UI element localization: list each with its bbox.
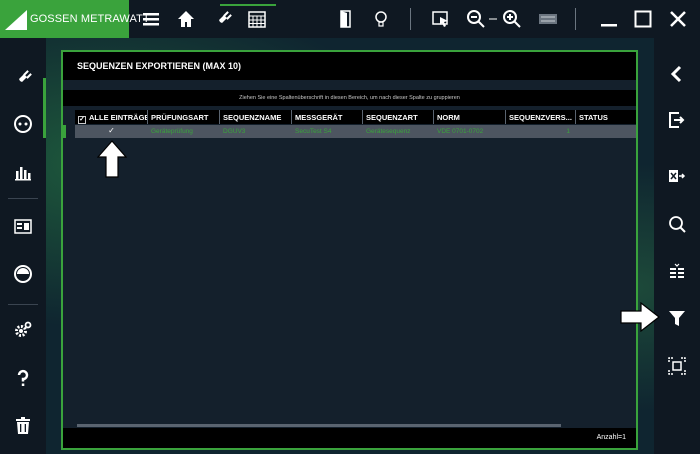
app-window: GOSSEN METRAWATT SEQUENZEN EXPORTIEREN (… [0,0,700,454]
gear-icon [15,321,32,337]
select-all-checkbox[interactable]: ✓ [78,116,86,124]
collapse-button[interactable] [654,54,700,94]
plug-icon [16,70,32,85]
column-header-norm[interactable]: NORM [434,110,506,124]
table-row[interactable]: ✓ Geräteprüfung DGUV3 SecuTest S4 Geräte… [75,125,636,138]
logo-triangle-icon [5,10,27,30]
horizontal-scrollbar[interactable] [77,424,561,427]
question-icon [17,369,29,386]
grid-empty-area [75,138,636,422]
cell-sequenzart: Gerätesequenz [366,128,411,135]
export-sequences-dialog: SEQUENZEN EXPORTIEREN (MAX 10) Ziehen Si… [61,50,638,450]
sidebar-item-help[interactable] [0,356,46,400]
bulb-icon[interactable] [370,8,392,30]
left-sidebar [0,38,46,454]
sidebar-item-gauge[interactable] [0,252,46,296]
menu-icon[interactable] [140,8,162,30]
bar-chart-icon [15,167,31,181]
fit-view-icon [668,357,686,375]
maximize-icon[interactable] [632,8,654,30]
column-header-pruefungsart[interactable]: PRÜFUNGSART [148,110,220,124]
column-label: ALLE EINTRÄGE [89,113,148,122]
grid-header: ✓ ALLE EINTRÄGE PRÜFUNGSART SEQUENZNAME M… [75,110,636,124]
column-header-sequenzversion[interactable]: SEQUENZVERS... [506,110,576,124]
filter-icon [669,311,685,326]
export-button[interactable] [654,100,700,140]
right-sidebar [654,38,700,454]
dialog-footer: Anzahl=1 [63,428,636,448]
filter-button[interactable] [654,298,700,338]
row-checkbox[interactable]: ✓ [75,125,148,138]
active-tab-indicator [220,4,276,6]
top-toolbar: GOSSEN METRAWATT [0,0,700,38]
arrow-right-annotation-icon [620,302,660,332]
chevron-left-icon [670,65,682,83]
sidebar-divider [8,198,38,199]
fit-view-button[interactable] [654,346,700,386]
cell-status [576,125,636,138]
column-header-sequenzart[interactable]: SEQUENZART [363,110,434,124]
home-icon[interactable] [175,8,197,30]
cell-messgeraet: SecuTest S4 [295,128,332,135]
column-header-select-all[interactable]: ✓ ALLE EINTRÄGE [75,110,148,124]
sidebar-item-socket[interactable] [0,102,46,146]
minimize-icon[interactable] [598,8,620,30]
brand-logo: GOSSEN METRAWATT [0,0,150,38]
zoom-in-icon[interactable] [501,8,523,30]
sidebar-item-delete[interactable] [0,404,46,448]
sidebar-item-plug[interactable] [0,56,46,100]
id-card-icon [14,219,32,234]
column-header-sequenzname[interactable]: SEQUENZNAME [220,110,292,124]
close-icon[interactable] [667,8,689,30]
excel-export-button[interactable] [654,156,700,196]
sidebar-item-settings[interactable] [0,308,46,352]
calendar-icon[interactable] [246,8,268,30]
group-by-area[interactable]: Ziehen Sie eine Spaltenüberschrift in di… [63,90,636,106]
trash-icon [16,417,30,434]
row-count: Anzahl=1 [596,434,626,441]
cell-sequenzname: DGUV3 [223,128,246,135]
arrow-up-annotation-icon [97,140,127,178]
sidebar-item-id-card[interactable] [0,204,46,248]
export-icon [669,112,685,128]
door-icon[interactable] [334,8,356,30]
search-icon [669,216,686,233]
column-header-messgeraet[interactable]: MESSGERÄT [292,110,363,124]
socket-icon [14,115,32,133]
zoom-out-icon[interactable] [465,8,487,30]
row-selection-marker [63,125,66,138]
column-list-icon [670,263,684,278]
excel-icon [669,170,686,182]
cursor-select-icon[interactable] [430,8,452,30]
column-chooser-button[interactable] [654,252,700,292]
zoom-slider-icon[interactable] [488,8,498,30]
cell-norm: VDE 0701-0702 [437,128,484,135]
keyboard-icon[interactable] [537,8,559,30]
brand-name: GOSSEN METRAWATT [30,13,150,25]
toolbar-separator [410,8,411,30]
dialog-title: SEQUENZEN EXPORTIEREN (MAX 10) [63,52,636,80]
toolbar-separator [575,8,576,30]
search-button[interactable] [654,204,700,244]
sidebar-item-statistics[interactable] [0,150,46,194]
plug-icon[interactable] [212,8,234,30]
cell-sequenzversion: 1 [566,128,570,135]
cell-pruefungsart: Geräteprüfung [151,128,193,135]
sidebar-divider [8,304,38,305]
gauge-icon [14,265,32,283]
column-header-status[interactable]: STATUS [576,110,636,124]
